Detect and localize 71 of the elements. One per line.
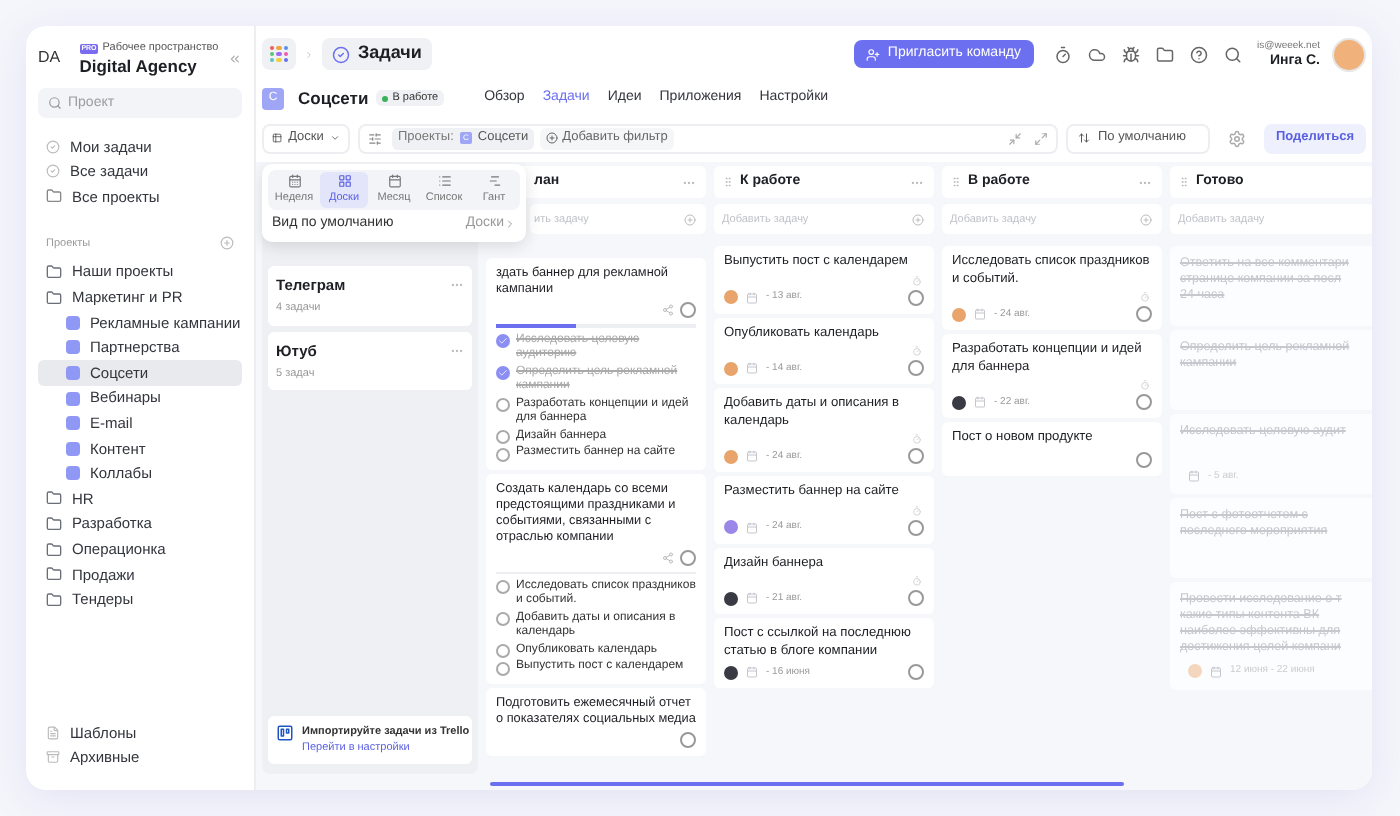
folder-icon — [46, 289, 62, 306]
plus-circle-icon — [546, 132, 559, 144]
folder-icon[interactable] — [1155, 45, 1174, 63]
checkbox[interactable] — [496, 447, 510, 461]
timer-icon[interactable] — [1053, 45, 1072, 63]
check-circle-icon — [46, 164, 60, 179]
view-icon — [337, 173, 351, 188]
share-icon[interactable] — [662, 304, 674, 316]
task-card[interactable] — [486, 473, 706, 683]
calendar-icon — [746, 450, 758, 463]
board-icon — [272, 132, 283, 144]
add-icon[interactable] — [1140, 213, 1152, 225]
calendar-icon — [974, 396, 986, 409]
folder-icon — [46, 566, 62, 583]
view-icon — [387, 173, 401, 188]
calendar-icon — [746, 666, 758, 679]
add-project-icon[interactable] — [220, 236, 234, 251]
folder-icon — [46, 541, 62, 558]
folder-icon — [46, 490, 62, 507]
project-title: Соцсети — [298, 85, 369, 111]
checkbox[interactable] — [496, 366, 510, 380]
folder-icon — [46, 516, 62, 533]
search-icon[interactable] — [1223, 45, 1242, 63]
calendar-icon — [746, 362, 758, 375]
breadcrumb-button[interactable]: Задачи — [322, 38, 432, 70]
scrollbar[interactable] — [490, 782, 1124, 786]
collapse-icon[interactable] — [1007, 131, 1022, 145]
folder-icon — [46, 591, 62, 608]
calendar-icon — [746, 592, 758, 605]
checkbox[interactable] — [496, 580, 510, 594]
view-icon — [487, 173, 501, 188]
chevron-down-icon — [329, 132, 340, 144]
settings-icon[interactable] — [1227, 129, 1246, 147]
calendar-icon — [974, 308, 986, 321]
workspace-name: Digital Agency — [79, 56, 199, 77]
check-circle-icon — [332, 45, 350, 63]
add-icon[interactable] — [684, 213, 696, 225]
folder-icon — [46, 188, 62, 205]
chevron-icon — [304, 49, 314, 59]
folder-icon — [46, 264, 62, 281]
bug-icon[interactable] — [1121, 45, 1140, 63]
sort-icon — [1077, 132, 1090, 144]
checkbox[interactable] — [496, 398, 510, 412]
checkbox[interactable] — [496, 661, 510, 675]
calendar-icon — [1188, 470, 1200, 483]
calendar-icon — [746, 291, 758, 304]
view-icon — [287, 173, 301, 188]
sliders-icon[interactable] — [368, 131, 382, 145]
search-icon — [48, 96, 62, 110]
template-icon — [46, 725, 60, 740]
expand-icon[interactable] — [1033, 131, 1048, 145]
calendar-icon — [1210, 665, 1222, 678]
share-icon[interactable] — [662, 551, 674, 563]
archive-icon — [46, 750, 60, 765]
checkbox[interactable] — [496, 612, 510, 626]
view-icon — [437, 173, 451, 188]
workspace-initials: DA — [38, 46, 63, 70]
apps-button[interactable] — [262, 38, 296, 70]
add-icon[interactable] — [912, 213, 924, 225]
user-plus-icon — [865, 47, 880, 61]
checkbox[interactable] — [496, 644, 510, 658]
avatar[interactable] — [1332, 37, 1366, 71]
calendar-icon — [746, 521, 758, 534]
chevron-icon — [504, 218, 516, 230]
cloud-icon[interactable] — [1087, 45, 1106, 63]
checkbox[interactable] — [496, 334, 510, 348]
collapse-icon[interactable] — [228, 51, 242, 65]
trello-icon — [276, 723, 294, 741]
checkbox[interactable] — [496, 430, 510, 444]
help-icon[interactable] — [1189, 45, 1208, 63]
check-circle-icon — [46, 139, 60, 154]
